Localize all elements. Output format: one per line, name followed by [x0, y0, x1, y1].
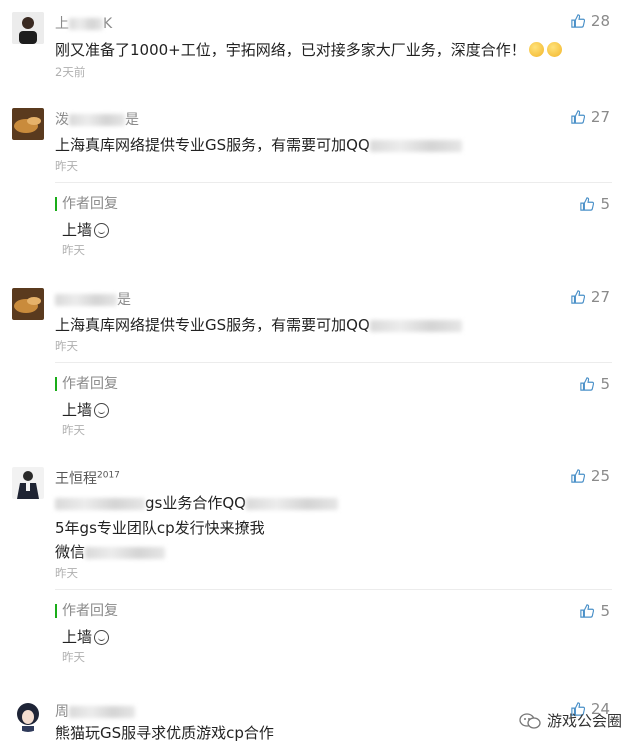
smile-emoji-icon — [546, 42, 562, 57]
like-button[interactable]: 28 — [571, 12, 610, 30]
divider — [55, 182, 612, 183]
reply-time: 昨天 — [62, 423, 85, 437]
avatar[interactable] — [12, 108, 44, 140]
thumb-up-icon — [571, 110, 585, 124]
comment-text-line: 微信 — [55, 541, 166, 562]
thumb-up-icon — [580, 377, 595, 391]
avatar[interactable] — [12, 700, 44, 732]
like-count: 25 — [590, 467, 610, 485]
comment-time: 昨天 — [55, 566, 78, 580]
comment-author[interactable]: 周 — [55, 701, 135, 721]
watermark-text: 游戏公会圈 — [546, 712, 622, 730]
avatar-person-image — [12, 467, 44, 499]
author-reply-label: 作者回复 — [55, 197, 118, 211]
like-count: 27 — [590, 108, 610, 126]
reply-like-button[interactable]: 5 — [580, 195, 610, 213]
reply-like-button[interactable]: 5 — [580, 375, 610, 393]
divider — [55, 589, 612, 590]
avatar[interactable] — [12, 288, 44, 320]
comment-author[interactable]: 上K — [55, 13, 112, 33]
smile-emoji-icon — [528, 42, 544, 57]
avatar-person-image — [12, 12, 44, 44]
like-count: 5 — [600, 375, 610, 393]
comment-time: 2天前 — [55, 65, 86, 79]
comment-text-line: 5年gs专业团队cp发行快来撩我 — [55, 519, 265, 537]
avatar[interactable] — [12, 12, 44, 44]
smile-emoji-icon — [94, 403, 110, 418]
comment-author[interactable]: 泼是 — [55, 109, 139, 129]
avatar[interactable] — [12, 467, 44, 499]
avatar-anime-image — [12, 700, 44, 732]
like-count: 5 — [600, 602, 610, 620]
comment-time: 昨天 — [55, 339, 78, 353]
like-count: 28 — [590, 12, 610, 30]
thumb-up-icon — [571, 469, 585, 483]
comment-text-line: gs业务合作QQ — [55, 492, 338, 513]
like-count: 5 — [600, 195, 610, 213]
comment-text: 上海真库网络提供专业GS服务，有需要可加QQ — [55, 134, 462, 155]
like-button[interactable]: 25 — [571, 467, 610, 485]
wechat-official-account-icon — [519, 712, 541, 729]
comment-text: 上海真库网络提供专业GS服务，有需要可加QQ — [55, 314, 462, 335]
reply-text: 上墙 — [62, 626, 110, 647]
reply-like-button[interactable]: 5 — [580, 602, 610, 620]
watermark: 游戏公会圈 — [519, 710, 622, 731]
like-button[interactable]: 27 — [571, 288, 610, 306]
smile-emoji-icon — [94, 630, 110, 645]
comment-author[interactable]: 是 — [55, 289, 131, 309]
comment-text: 熊猫玩GS服寻求优质游戏cp合作 — [55, 724, 274, 742]
thumb-up-icon — [571, 290, 585, 304]
reply-time: 昨天 — [62, 243, 85, 257]
smile-emoji-icon — [94, 223, 110, 238]
thumb-up-icon — [580, 604, 595, 618]
avatar-image — [12, 108, 44, 140]
author-reply-label: 作者回复 — [55, 604, 118, 618]
like-count: 27 — [590, 288, 610, 306]
avatar-image — [12, 288, 44, 320]
reply-text: 上墙 — [62, 399, 110, 420]
reply-text: 上墙 — [62, 219, 110, 240]
thumb-up-icon — [571, 14, 585, 28]
thumb-up-icon — [580, 197, 595, 211]
like-button[interactable]: 27 — [571, 108, 610, 126]
comment-text: 刚又准备了1000+工位，宇拓网络，已对接多家大厂业务，深度合作！ — [55, 39, 562, 60]
divider — [55, 362, 612, 363]
reply-time: 昨天 — [62, 650, 85, 664]
comment-author[interactable]: 王恒程2017 — [55, 468, 120, 488]
comment-time: 昨天 — [55, 159, 78, 173]
author-reply-label: 作者回复 — [55, 377, 118, 391]
